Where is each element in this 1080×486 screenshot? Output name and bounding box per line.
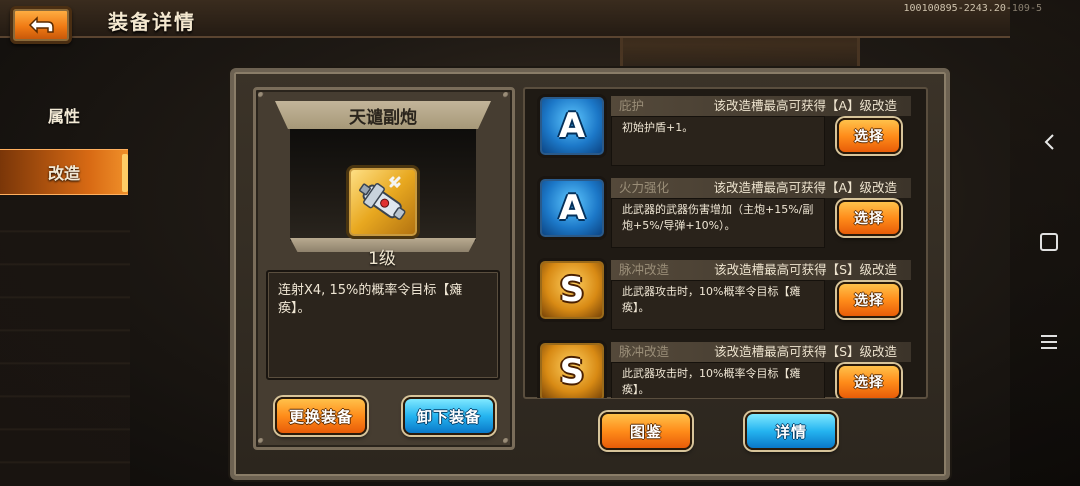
grade-s-badge-icon: S <box>537 258 607 322</box>
mod-slot: A 庇护 该改造槽最高可获得【A】级改造 初始护盾+1。 选择 <box>537 92 913 168</box>
equipment-icon[interactable] <box>346 165 420 239</box>
slot-description: 初始护盾+1。 <box>611 116 825 166</box>
slot-cap: 该改造槽最高可获得【S】级改造 <box>714 344 897 359</box>
slot-description: 此武器的武器伤害增加（主炮+15%/副炮+5%/导弹+10%）。 <box>611 198 825 248</box>
mod-slot: A 火力强化 该改造槽最高可获得【A】级改造 此武器的武器伤害增加（主炮+15%… <box>537 174 913 250</box>
slot-name: 脉冲改造 <box>619 262 670 277</box>
codex-button[interactable]: 图鉴 <box>600 412 692 450</box>
android-home-icon[interactable] <box>1040 233 1058 251</box>
back-arrow-icon <box>28 16 54 34</box>
slot-name: 庇护 <box>619 98 645 113</box>
rivet <box>258 438 264 444</box>
background-wall <box>0 200 130 486</box>
mod-slot: S 脉冲改造 该改造槽最高可获得【S】级改造 此武器攻击时，10%概率令目标【瘫… <box>537 338 913 398</box>
android-menu-icon[interactable] <box>1041 335 1057 349</box>
slot-select-button[interactable]: 选择 <box>837 118 901 154</box>
grade-a-badge-icon: A <box>537 176 607 240</box>
slot-name: 火力强化 <box>619 180 670 195</box>
cannon-icon <box>359 176 406 220</box>
rivet <box>503 438 509 444</box>
rivet <box>258 92 264 98</box>
slot-header: 火力强化 该改造槽最高可获得【A】级改造 <box>611 178 911 198</box>
change-equipment-button[interactable]: 更换装备 <box>275 397 367 435</box>
grade-s-badge-icon: S <box>537 340 607 398</box>
slot-select-button[interactable]: 选择 <box>837 364 901 398</box>
equipment-level: 1级 <box>368 249 396 269</box>
nav-tab-modification[interactable]: 改造 <box>0 149 128 195</box>
grade-a-badge-icon: A <box>537 94 607 158</box>
detail-button[interactable]: 详情 <box>745 412 837 450</box>
slot-header: 脉冲改造 该改造槽最高可获得【S】级改造 <box>611 260 911 280</box>
unequip-button[interactable]: 卸下装备 <box>403 397 495 435</box>
slot-description: 此武器攻击时，10%概率令目标【瘫痪】。 <box>611 280 825 330</box>
equipment-name: 天谴副炮 <box>275 101 491 129</box>
slot-select-button[interactable]: 选择 <box>837 200 901 236</box>
equipment-description: 连射X4, 15%的概率令目标【瘫痪】。 <box>266 270 500 380</box>
nav-tab-attributes[interactable]: 属性 <box>0 92 128 138</box>
slot-header: 庇护 该改造槽最高可获得【A】级改造 <box>611 96 911 116</box>
rivet <box>503 92 509 98</box>
back-button[interactable] <box>10 6 72 44</box>
slot-description: 此武器攻击时，10%概率令目标【瘫痪】。 <box>611 362 825 398</box>
slot-cap: 该改造槽最高可获得【A】级改造 <box>713 98 897 113</box>
android-back-icon[interactable] <box>1040 132 1060 152</box>
slot-select-button[interactable]: 选择 <box>837 282 901 318</box>
page-title: 装备详情 <box>108 10 196 34</box>
slot-cap: 该改造槽最高可获得【A】级改造 <box>713 180 897 195</box>
slot-name: 脉冲改造 <box>619 344 670 359</box>
slot-header: 脉冲改造 该改造槽最高可获得【S】级改造 <box>611 342 911 362</box>
slot-cap: 该改造槽最高可获得【S】级改造 <box>714 262 897 277</box>
mod-slot: S 脉冲改造 该改造槽最高可获得【S】级改造 此武器攻击时，10%概率令目标【瘫… <box>537 256 913 332</box>
